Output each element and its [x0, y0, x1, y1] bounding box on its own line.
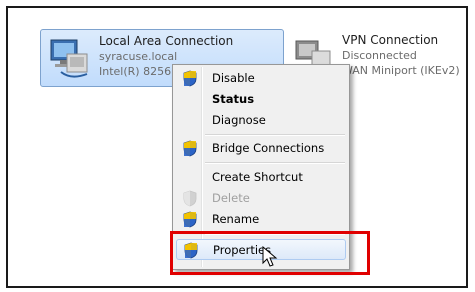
shield-icon [183, 70, 197, 87]
mouse-cursor-icon [262, 246, 278, 267]
shield-icon [183, 190, 197, 207]
menu-item-label: Disable [212, 71, 255, 85]
menu-item-create-shortcut[interactable]: Create Shortcut [176, 167, 346, 188]
menu-item-label: Status [212, 92, 255, 106]
connection-subtitle: syracuse.local [99, 50, 178, 63]
menu-item-label: Rename [212, 212, 260, 226]
network-adapter-icon [50, 39, 88, 78]
menu-item-bridge-connections[interactable]: Bridge Connections [176, 138, 346, 159]
menu-item-status[interactable]: Status [176, 89, 346, 110]
connection-title: Local Area Connection [99, 34, 234, 48]
menu-item-diagnose[interactable]: Diagnose [176, 110, 346, 131]
connection-subtitle: Disconnected [342, 49, 417, 62]
menu-item-label: Diagnose [212, 113, 266, 127]
connection-device: WAN Miniport (IKEv2) [342, 64, 460, 77]
window-frame: Local Area Connection syracuse.local Int… [6, 6, 468, 288]
menu-separator [205, 134, 345, 136]
menu-item-label: Bridge Connections [212, 141, 325, 155]
menu-item-delete[interactable]: Delete [176, 188, 346, 209]
menu-item-label: Create Shortcut [212, 170, 303, 184]
menu-item-disable[interactable]: Disable [176, 68, 346, 89]
menu-separator [205, 162, 345, 164]
connection-title: VPN Connection [342, 33, 439, 47]
menu-item-label: Delete [212, 191, 250, 205]
shield-icon [183, 140, 197, 157]
menu-item-rename[interactable]: Rename [176, 209, 346, 230]
shield-icon [183, 211, 197, 228]
